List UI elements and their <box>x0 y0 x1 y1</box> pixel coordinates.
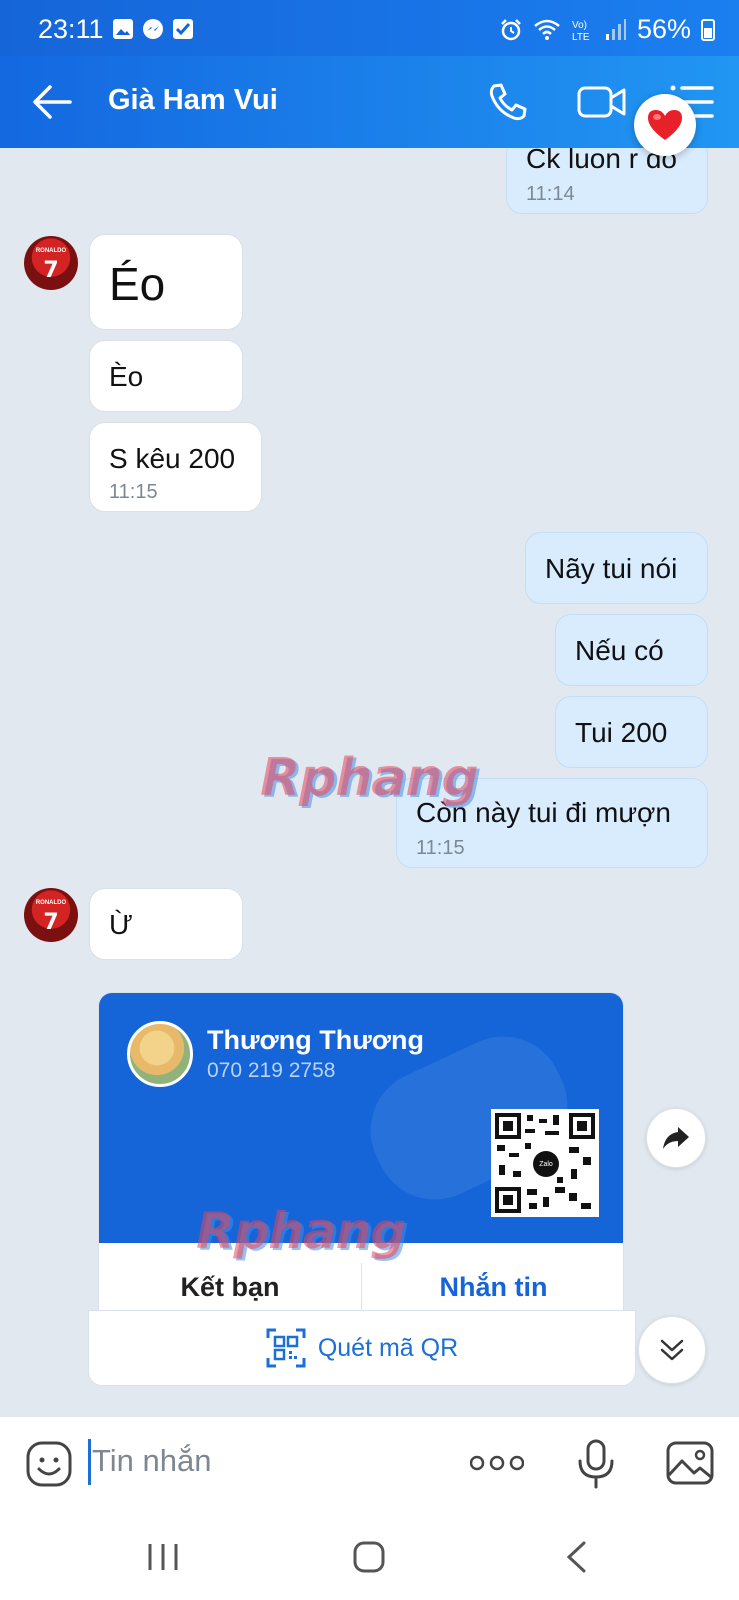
share-button[interactable] <box>646 1108 706 1168</box>
message-text: Éo <box>109 258 166 310</box>
message-bubble-sent[interactable]: Tui 200 <box>555 696 708 768</box>
svg-text:Vo): Vo) <box>572 20 587 31</box>
chat-area[interactable]: Ck luon r đó 11:14 RONALDO 7 Éo Èo S kêu… <box>0 148 739 1416</box>
message-bubble-received[interactable]: Éo <box>89 234 243 330</box>
message-bubble-sent[interactable]: Ck luon r đó 11:14 <box>506 148 708 214</box>
scroll-to-bottom-button[interactable] <box>638 1316 706 1384</box>
message-bubble-sent[interactable]: Nãy tui nói <box>525 532 708 604</box>
message-text: Tui 200 <box>575 717 668 748</box>
home-icon[interactable] <box>352 1540 386 1574</box>
more-dots-icon[interactable] <box>470 1451 524 1475</box>
message-text: Ừ <box>109 909 133 940</box>
back-arrow-icon[interactable] <box>30 82 74 122</box>
scan-qr-button[interactable]: Quét mã QR <box>88 1310 636 1386</box>
qr-scan-icon <box>266 1328 306 1368</box>
image-icon[interactable] <box>666 1441 714 1485</box>
message-time: 11:15 <box>416 837 465 859</box>
share-arrow-icon <box>663 1127 689 1149</box>
contact-phone: 070 219 2758 <box>207 1059 336 1082</box>
text-cursor <box>88 1439 91 1485</box>
message-input-bar: Tin nhắn <box>0 1416 739 1512</box>
message-bubble-received[interactable]: S kêu 200 11:15 <box>89 422 262 512</box>
phone-icon[interactable] <box>486 80 530 124</box>
status-time: 23:11 <box>38 14 104 44</box>
nav-back-icon[interactable] <box>564 1540 588 1574</box>
signal-icon <box>605 18 626 40</box>
watermark: Rphang <box>260 748 479 808</box>
chat-title[interactable]: Già Ham Vui <box>108 84 278 117</box>
chat-header: Già Ham Vui <box>0 56 739 148</box>
battery-icon <box>701 18 715 41</box>
avatar-jersey-text: RONALDO <box>35 900 67 906</box>
emoji-icon[interactable] <box>26 1441 72 1487</box>
status-indicators: Vo) LTE 56% <box>499 14 715 45</box>
zalo-logo: Zalo <box>533 1151 559 1177</box>
system-nav-bar <box>0 1512 739 1600</box>
contact-avatar[interactable] <box>127 1021 193 1087</box>
avatar-jersey-text: RONALDO <box>35 248 67 254</box>
contact-card[interactable]: Thương Thương 070 219 2758 Zalo Kết bạn … <box>98 992 624 1330</box>
message-input[interactable]: Tin nhắn <box>92 1443 212 1479</box>
contact-name: Thương Thương <box>207 1025 424 1055</box>
scan-qr-label: Quét mã QR <box>317 1333 459 1362</box>
chevron-double-down-icon <box>660 1339 684 1361</box>
message-text: S kêu 200 <box>109 443 236 474</box>
svg-text:LTE: LTE <box>572 32 590 43</box>
heart-icon <box>648 110 682 140</box>
message-time: 11:14 <box>526 183 575 205</box>
avatar[interactable]: RONALDO 7 <box>24 236 78 290</box>
message-text: Èo <box>109 361 144 392</box>
watermark: Rphang <box>196 1202 406 1260</box>
gallery-notification-icon <box>113 19 133 39</box>
check-notification-icon <box>173 19 193 39</box>
message-bubble-sent[interactable]: Nếu có <box>555 614 708 686</box>
avatar[interactable]: RONALDO 7 <box>24 888 78 942</box>
reaction-button[interactable] <box>634 94 696 156</box>
message-bubble-received[interactable]: Ừ <box>89 888 243 960</box>
video-camera-icon[interactable] <box>576 80 628 124</box>
avatar-jersey-number: 7 <box>43 910 59 935</box>
messenger-notification-icon <box>143 19 163 39</box>
microphone-icon[interactable] <box>576 1439 616 1489</box>
battery-percent: 56% <box>636 14 691 44</box>
avatar-jersey-number: 7 <box>43 258 59 283</box>
message-bubble-received[interactable]: Èo <box>89 340 243 412</box>
message-text: Nếu có <box>575 635 664 666</box>
wifi-icon <box>534 19 560 40</box>
status-bar: 23:11 Vo) LTE 56% <box>0 0 739 56</box>
alarm-icon <box>501 18 521 40</box>
message-time: 11:15 <box>109 481 158 503</box>
volte-icon: Vo)LTE <box>572 20 590 43</box>
recents-icon[interactable] <box>146 1542 180 1572</box>
qr-code: Zalo <box>491 1109 599 1217</box>
message-text: Nãy tui nói <box>545 553 678 584</box>
